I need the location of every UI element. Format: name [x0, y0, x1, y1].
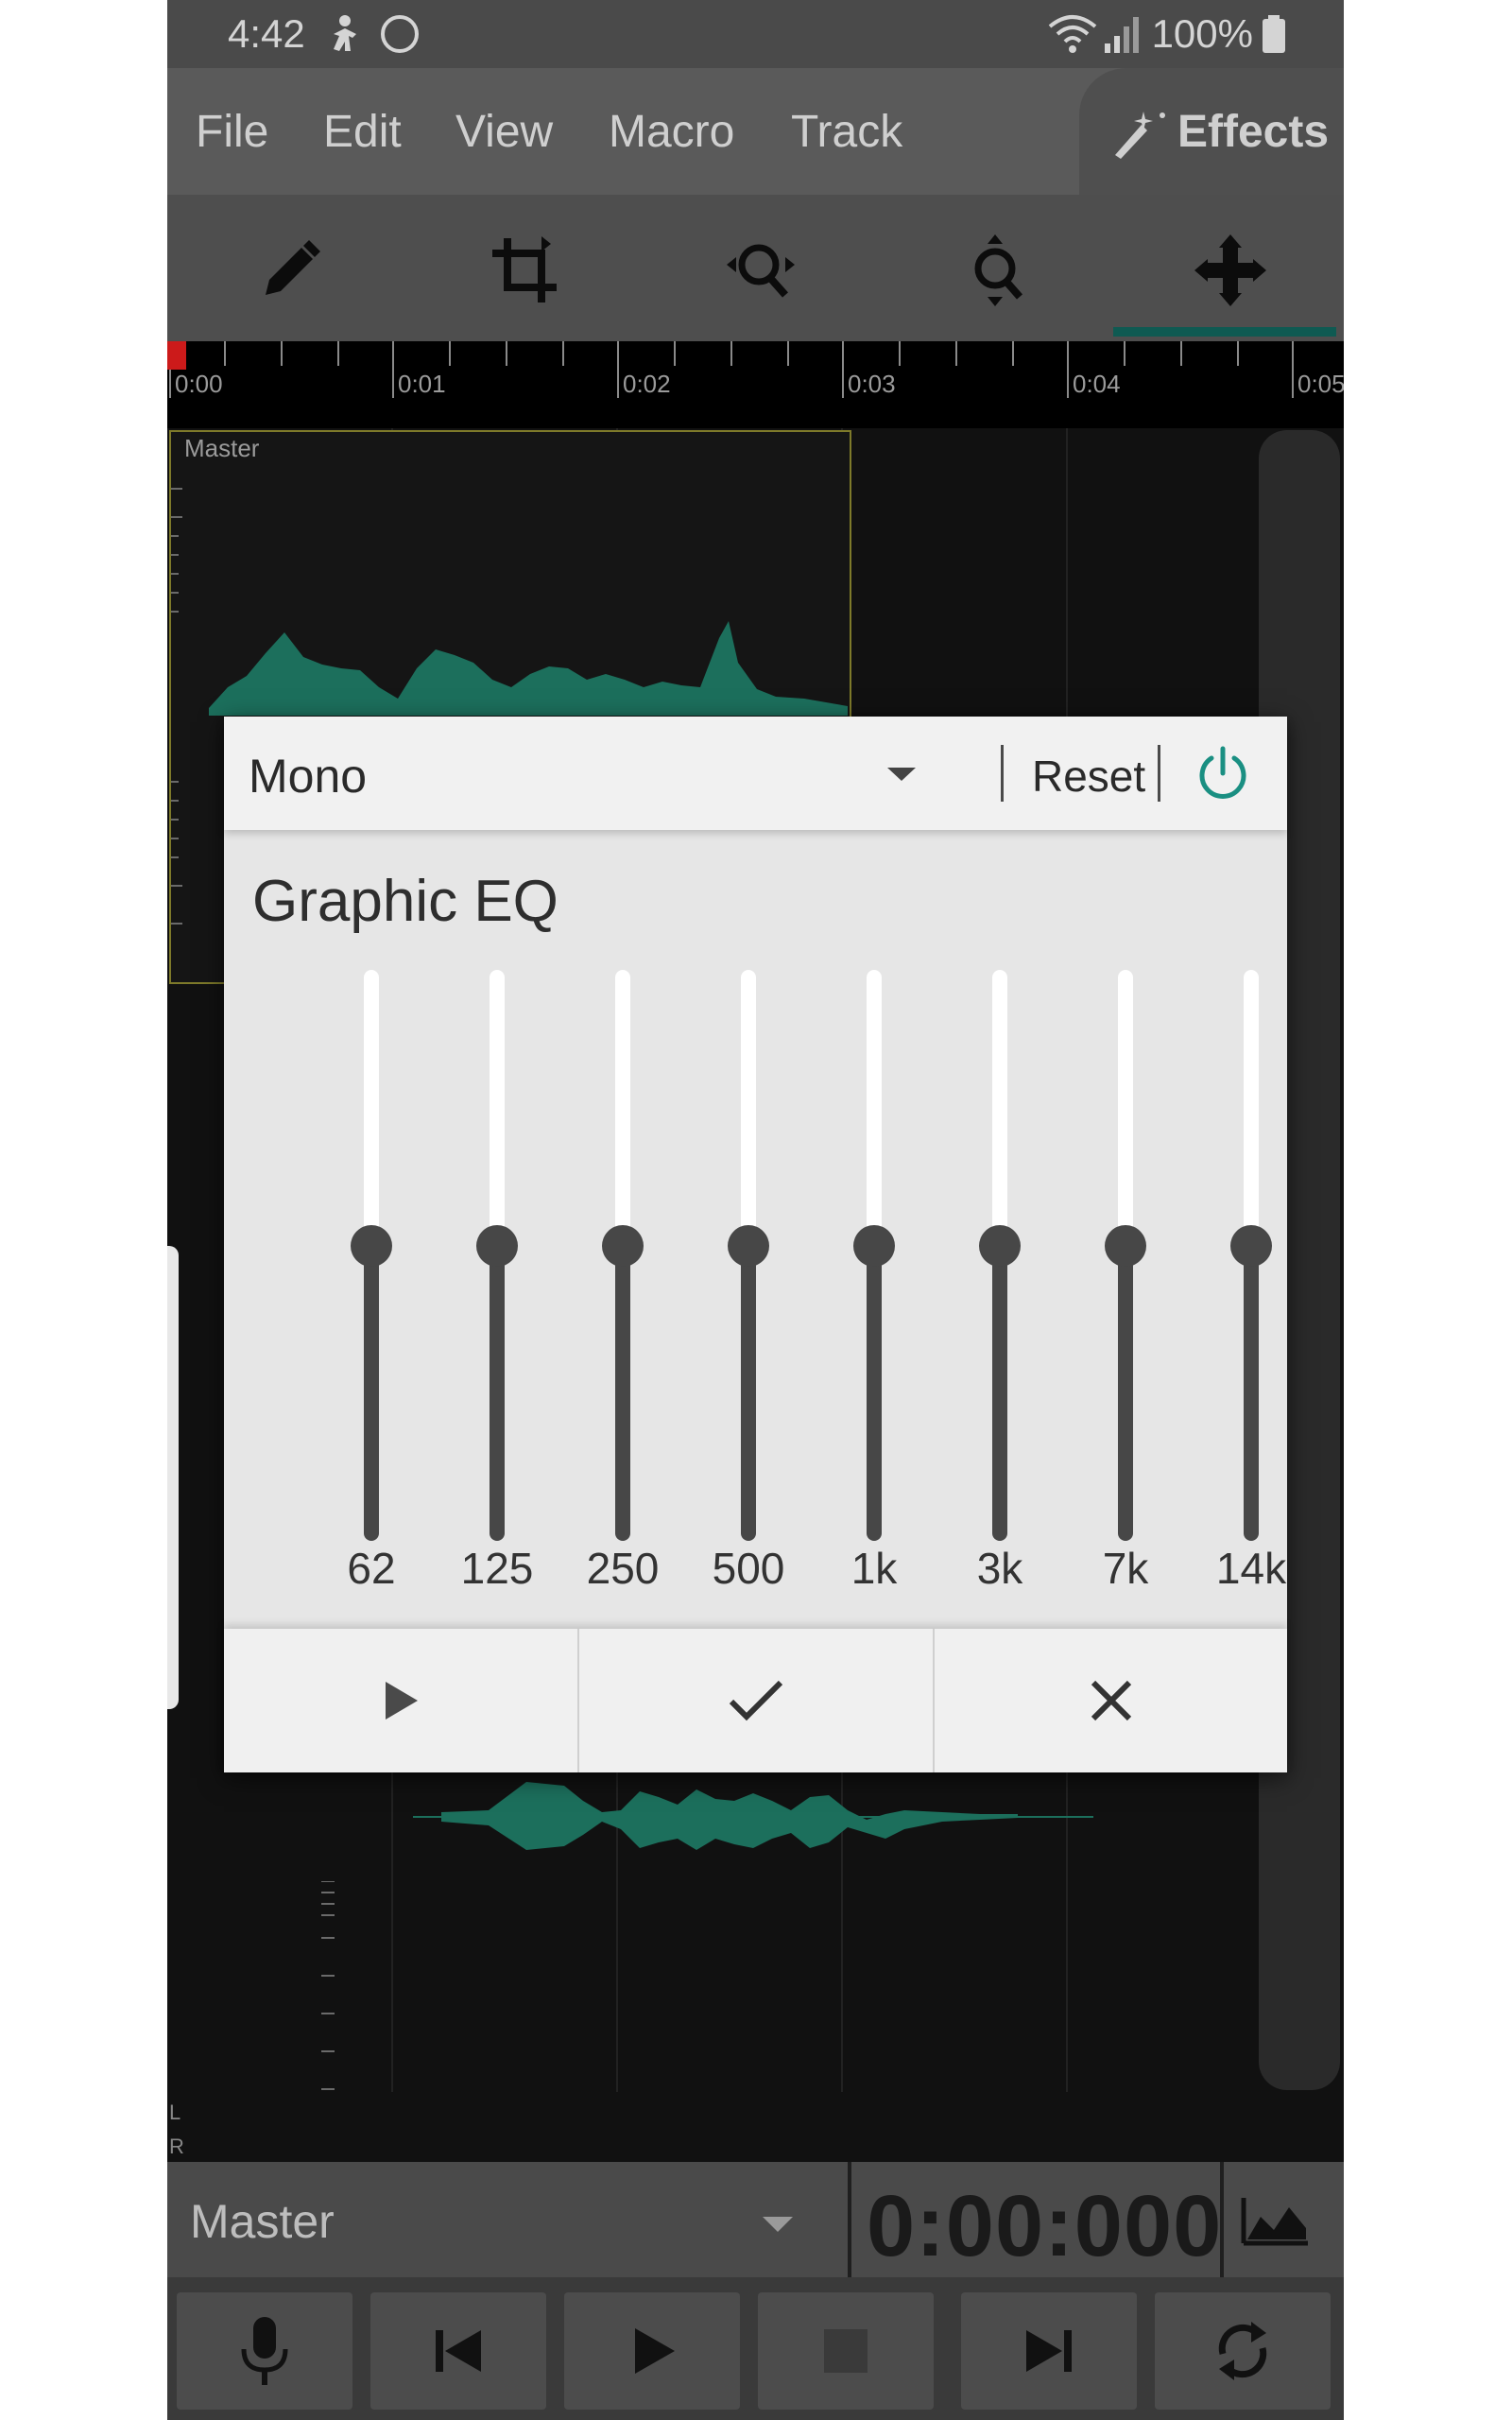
- slider-knob[interactable]: [1230, 1225, 1272, 1267]
- dialog-footer: [224, 1629, 1287, 1772]
- band-frequency: 500: [712, 1544, 785, 1593]
- loop-icon: [1218, 2322, 1267, 2380]
- band-frequency: 3k: [976, 1544, 1023, 1593]
- slider-knob[interactable]: [728, 1225, 769, 1267]
- skip-previous-button[interactable]: [370, 2292, 546, 2410]
- slider-knob[interactable]: [476, 1225, 518, 1267]
- play-icon: [386, 1682, 418, 1720]
- apply-button[interactable]: [579, 1629, 933, 1772]
- battery-icon: [1261, 13, 1287, 64]
- zoom-horizontal-icon[interactable]: [723, 233, 799, 308]
- eq-band-500[interactable]: 500: [692, 970, 805, 1593]
- band-frequency: 1k: [850, 1544, 898, 1593]
- eq-band-7k[interactable]: 7k: [1069, 970, 1182, 1593]
- play-button[interactable]: [564, 2292, 740, 2410]
- menu-file[interactable]: File: [196, 106, 268, 158]
- band-frequency: 250: [586, 1544, 660, 1593]
- status-bar: 4:42 100%: [167, 0, 1344, 68]
- reset-button[interactable]: Reset: [1032, 751, 1145, 802]
- lower-waveform: [413, 1782, 1093, 1850]
- channel-left-label: L: [169, 2100, 181, 2124]
- record-button[interactable]: [177, 2292, 352, 2410]
- crop-icon[interactable]: [487, 233, 562, 308]
- slider-knob[interactable]: [351, 1225, 392, 1267]
- ruler-mark: 0:05: [1297, 370, 1344, 398]
- dialog-title: Graphic EQ: [252, 869, 558, 934]
- close-icon: [1091, 1680, 1132, 1721]
- bottom-bar: Master 0:00:000: [167, 2162, 1344, 2277]
- microphone-icon: [241, 2317, 288, 2385]
- battery-percent: 100%: [1151, 11, 1253, 56]
- cancel-button[interactable]: [935, 1629, 1288, 1772]
- header-divider: [1158, 745, 1160, 802]
- playhead[interactable]: [167, 341, 186, 370]
- pencil-icon[interactable]: [252, 233, 328, 308]
- wifi-icon: [1046, 13, 1099, 64]
- slider-knob[interactable]: [853, 1225, 895, 1267]
- slider-knob[interactable]: [1105, 1225, 1146, 1267]
- band-frequency: 7k: [1102, 1544, 1149, 1593]
- band-frequency: 125: [460, 1544, 534, 1593]
- timeline-ruler[interactable]: 0:00 0:01 0:02 0:03 0:04 0:05: [167, 341, 1344, 428]
- power-toggle-icon[interactable]: [1193, 743, 1253, 808]
- graphic-eq-dialog: Mono Reset Graphic EQ 62 125 250 500 1k: [224, 717, 1287, 1772]
- ruler-mark: 0:01: [398, 370, 446, 398]
- eq-band-1k[interactable]: 1k: [817, 970, 931, 1593]
- menu-view[interactable]: View: [455, 106, 553, 158]
- play-icon: [635, 2328, 675, 2374]
- skip-next-icon: [1026, 2330, 1072, 2372]
- transport-bar: [167, 2277, 1344, 2420]
- eq-band-62[interactable]: 62: [315, 970, 428, 1593]
- eq-band-14k[interactable]: 14k: [1194, 970, 1308, 1593]
- effects-label: Effects: [1177, 107, 1330, 157]
- tab-effects[interactable]: Effects: [1079, 68, 1344, 195]
- slider-knob[interactable]: [602, 1225, 644, 1267]
- preset-dropdown[interactable]: Mono: [249, 749, 367, 804]
- stop-button[interactable]: [758, 2292, 934, 2410]
- menu-track[interactable]: Track: [791, 106, 902, 158]
- status-time: 4:42: [228, 11, 305, 56]
- accessibility-icon: [328, 13, 362, 64]
- skip-next-button[interactable]: [961, 2292, 1137, 2410]
- channel-right-label: R: [169, 2135, 184, 2158]
- stop-icon: [824, 2329, 868, 2373]
- tool-bar: [167, 195, 1344, 341]
- signal-icon: [1103, 13, 1141, 64]
- menu-edit[interactable]: Edit: [323, 106, 402, 158]
- ruler-mark: 0:02: [623, 370, 671, 398]
- track-dropdown[interactable]: Master: [190, 2194, 335, 2249]
- zoom-vertical-icon[interactable]: [959, 233, 1035, 308]
- slider-knob[interactable]: [979, 1225, 1021, 1267]
- eq-band-250[interactable]: 250: [566, 970, 679, 1593]
- eq-band-125[interactable]: 125: [440, 970, 554, 1593]
- menu-bar: File Edit View Macro Track Effects: [167, 68, 1344, 195]
- preview-play-button[interactable]: [224, 1629, 577, 1772]
- lower-track-scale: [321, 1881, 335, 2090]
- check-icon: [729, 1680, 783, 1721]
- time-display: 0:00:000: [867, 2178, 1223, 2274]
- band-frequency: 62: [347, 1544, 396, 1593]
- chevron-down-icon[interactable]: [885, 766, 918, 787]
- header-divider: [1001, 745, 1004, 802]
- spectrum-graph-icon[interactable]: [1240, 2194, 1312, 2252]
- dialog-header: Mono Reset: [224, 717, 1287, 830]
- ruler-mark: 0:03: [848, 370, 896, 398]
- magic-wand-icon: [1108, 106, 1174, 164]
- chevron-down-icon[interactable]: [761, 2215, 795, 2238]
- side-drawer-handle[interactable]: [167, 1246, 179, 1709]
- band-frequency: 14k: [1215, 1544, 1287, 1593]
- sync-circle-icon: [379, 13, 421, 64]
- menu-macro[interactable]: Macro: [609, 106, 734, 158]
- loop-button[interactable]: [1155, 2292, 1331, 2410]
- eq-band-3k[interactable]: 3k: [943, 970, 1057, 1593]
- move-icon[interactable]: [1193, 233, 1268, 308]
- ruler-mark: 0:00: [175, 370, 223, 398]
- ruler-mark: 0:04: [1073, 370, 1121, 398]
- active-tool-indicator: [1113, 327, 1336, 337]
- skip-previous-icon: [436, 2330, 481, 2372]
